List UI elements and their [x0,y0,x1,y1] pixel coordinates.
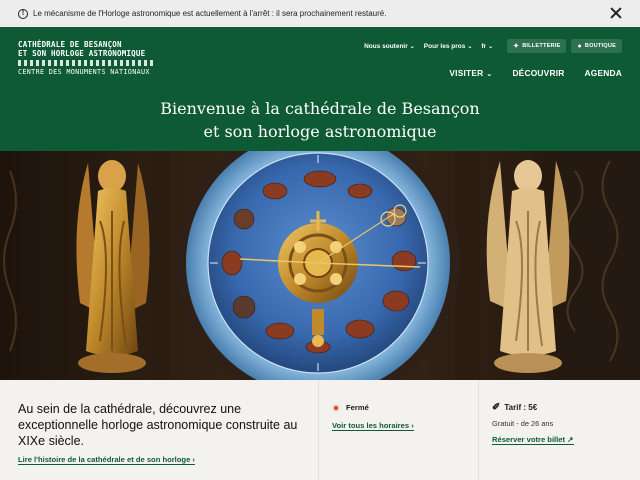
nav-agenda[interactable]: AGENDA [585,68,623,78]
tarif-label: Tarif : 5€ [504,403,538,412]
page-title: Bienvenue à la cathédrale de Besançon et… [0,97,640,143]
hero-image [0,151,640,380]
ticket-icon: ✐ [492,402,501,413]
chevron-down-icon: ⌄ [488,43,494,50]
nav-decouvrir[interactable]: DÉCOUVRIR [512,68,564,78]
tarif-sub: Gratuit - de 26 ans [492,419,554,428]
history-link[interactable]: Lire l'histoire de la cathédrale et de s… [18,455,195,465]
logo-decoration [18,60,154,66]
chevron-right-icon: › [411,421,414,430]
info-section: Au sein de la cathédrale, découvrez une … [0,380,640,480]
reserver-link-label: Réserver votre billet [492,435,566,444]
logo-line-1: CATHÉDRALE DE BESANÇON [18,40,122,49]
main-nav: VISITER ⌄ DÉCOUVRIR AGENDA [429,68,622,78]
chevron-down-icon: ⌄ [409,43,415,50]
status-badge: Fermé [332,403,478,412]
status-label: Fermé [346,403,369,412]
nous-soutenir-link[interactable]: Nous soutenir ⌄ [364,43,415,50]
billetterie-label: BILLETTERIE [522,43,561,49]
language-selector[interactable]: fr ⌄ [481,43,493,50]
billetterie-button[interactable]: ✦ BILLETTERIE [507,39,567,53]
status-dot-icon [332,403,340,412]
nous-soutenir-label: Nous soutenir [364,42,408,50]
boutique-button[interactable]: ● BOUTIQUE [571,39,622,53]
utility-nav: Nous soutenir ⌄ Pour les pros ⌄ fr ⌄ ✦ BILLE… [364,39,622,53]
site-logo[interactable]: CATHÉDRALE DE BESANÇON ET SON HORLOGE AS… [18,40,154,76]
horaires-link-label: Voir tous les horaires [332,421,410,430]
notice-bar: ! Le mécanisme de l'Horloge astronomique… [0,0,640,27]
hours-block: Fermé Voir tous les horaires › [318,380,478,480]
language-label: fr [481,42,487,50]
bag-icon: ● [577,42,582,50]
logo-line-3: CENTRE DES MONUMENTS NATIONAUX [18,68,150,76]
boutique-label: BOUTIQUE [584,43,616,49]
logo-line-2: ET SON HORLOGE ASTRONOMIQUE [18,49,146,58]
chevron-down-icon: ⌄ [486,71,493,78]
nav-visiter-label: VISITER [449,68,484,78]
history-link-label: Lire l'histoire de la cathédrale et de s… [18,455,191,464]
pour-les-pros-label: Pour les pros [423,42,466,50]
site-header: CATHÉDRALE DE BESANÇON ET SON HORLOGE AS… [0,27,640,151]
price-block: ✐ Tarif : 5€ Gratuit - de 26 ans Réserve… [478,380,638,480]
astronomical-clock-image [0,151,640,380]
notice-text: Le mécanisme de l'Horloge astronomique e… [33,9,387,18]
title-line-1: Bienvenue à la cathédrale de Besançon [160,99,480,118]
nav-visiter[interactable]: VISITER ⌄ [449,68,492,78]
reserver-link[interactable]: Réserver votre billet ↗ [492,435,574,445]
chevron-right-icon: › [192,455,195,464]
close-icon[interactable] [610,7,622,19]
info-icon: ! [18,8,28,19]
ticket-icon: ✦ [513,43,520,50]
chevron-down-icon: ⌄ [467,43,473,50]
intro-text: Au sein de la cathédrale, découvrez une … [18,402,298,448]
tarif-heading: ✐ Tarif : 5€ [492,402,638,413]
pour-les-pros-link[interactable]: Pour les pros ⌄ [424,43,473,50]
title-line-2: et son horloge astronomique [203,122,437,141]
external-link-icon: ↗ [567,435,574,444]
horaires-link[interactable]: Voir tous les horaires › [332,421,414,431]
